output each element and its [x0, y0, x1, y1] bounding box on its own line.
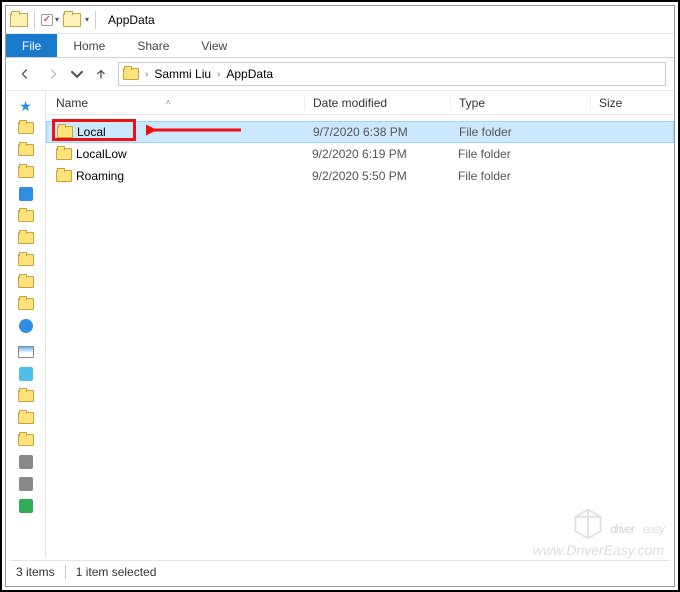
folder-icon[interactable] — [18, 276, 34, 288]
folder-icon — [56, 148, 72, 160]
file-list-area: Name ˄ Date modified Type Size Local 9/7/… — [46, 91, 674, 558]
folder-icon[interactable] — [18, 390, 34, 402]
separator — [34, 11, 35, 29]
file-name: Local — [77, 125, 106, 139]
quick-access-toolbar: ✓ ▾ ▾ — [10, 11, 98, 29]
forward-button — [42, 63, 64, 85]
file-row[interactable]: LocalLow 9/2/2020 6:19 PMFile folder — [46, 143, 674, 165]
column-header-name[interactable]: Name ˄ — [46, 96, 304, 110]
column-header-date[interactable]: Date modified — [304, 96, 450, 110]
back-button[interactable] — [14, 63, 36, 85]
folder-icon[interactable] — [63, 13, 81, 27]
folder-icon — [57, 126, 73, 138]
status-selected-count: 1 item selected — [76, 565, 157, 579]
recent-locations-button[interactable] — [70, 63, 84, 85]
qat-properties[interactable]: ✓ ▾ — [41, 14, 59, 26]
status-item-count: 3 items — [16, 565, 55, 579]
folder-icon[interactable] — [18, 144, 34, 156]
folder-icon[interactable] — [18, 434, 34, 446]
generic-icon[interactable] — [19, 477, 33, 491]
column-header-type[interactable]: Type — [450, 96, 590, 110]
file-type: File folder — [450, 169, 590, 183]
folder-icon[interactable] — [18, 166, 34, 178]
tab-home[interactable]: Home — [57, 34, 121, 57]
breadcrumb-segment[interactable]: AppData — [226, 67, 273, 81]
folder-icon[interactable] — [18, 254, 34, 266]
separator — [65, 565, 66, 579]
window-title: AppData — [108, 13, 155, 27]
up-button[interactable] — [90, 63, 112, 85]
file-row[interactable]: Local 9/7/2020 6:38 PMFile folder — [46, 121, 674, 143]
tab-share[interactable]: Share — [121, 34, 185, 57]
column-header-size[interactable]: Size — [590, 96, 674, 110]
onedrive-icon[interactable] — [19, 319, 33, 333]
folder-icon[interactable] — [18, 412, 34, 424]
checkmark-icon: ✓ — [41, 14, 53, 26]
folder-icon[interactable] — [18, 298, 34, 310]
breadcrumb-segment[interactable]: Sammi Liu — [154, 67, 211, 81]
file-tab[interactable]: File — [6, 34, 57, 57]
sort-indicator-icon: ˄ — [166, 98, 171, 107]
file-name: LocalLow — [76, 147, 127, 161]
generic-icon[interactable] — [19, 187, 33, 201]
folder-icon[interactable] — [18, 210, 34, 222]
navigation-pane[interactable]: ★ — [6, 91, 46, 558]
titlebar: ✓ ▾ ▾ AppData — [6, 6, 674, 34]
quick-access-icon[interactable]: ★ — [19, 98, 32, 115]
address-bar[interactable]: › Sammi Liu › AppData — [118, 62, 666, 86]
file-type: File folder — [451, 125, 591, 139]
chevron-down-icon: ▾ — [55, 15, 59, 24]
this-pc-icon[interactable] — [18, 346, 34, 358]
folder-icon[interactable] — [18, 232, 34, 244]
folder-icon — [10, 13, 28, 27]
navigation-row: › Sammi Liu › AppData — [6, 58, 674, 90]
file-row[interactable]: Roaming 9/2/2020 5:50 PMFile folder — [46, 165, 674, 187]
file-date: 9/7/2020 6:38 PM — [305, 125, 451, 139]
generic-icon[interactable] — [19, 367, 33, 381]
status-bar: 3 items 1 item selected — [10, 560, 670, 582]
chevron-right-icon: › — [143, 69, 150, 80]
column-label: Name — [56, 96, 88, 110]
chevron-right-icon: › — [215, 69, 222, 80]
generic-icon[interactable] — [19, 455, 33, 469]
content-area: ★ Name ˄ D — [6, 90, 674, 558]
chevron-down-icon[interactable]: ▾ — [85, 15, 89, 24]
file-date: 9/2/2020 5:50 PM — [304, 169, 450, 183]
tab-view[interactable]: View — [185, 34, 243, 57]
file-type: File folder — [450, 147, 590, 161]
generic-icon[interactable] — [19, 499, 33, 513]
file-rows: Local9/7/2020 6:38 PMFile folderLocalLow… — [46, 115, 674, 187]
folder-icon — [56, 170, 72, 182]
ribbon: File Home Share View — [6, 34, 674, 58]
folder-icon — [123, 68, 139, 80]
file-date: 9/2/2020 6:19 PM — [304, 147, 450, 161]
column-headers: Name ˄ Date modified Type Size — [46, 91, 674, 115]
file-name: Roaming — [76, 169, 124, 183]
separator — [95, 11, 96, 29]
folder-icon[interactable] — [18, 122, 34, 134]
